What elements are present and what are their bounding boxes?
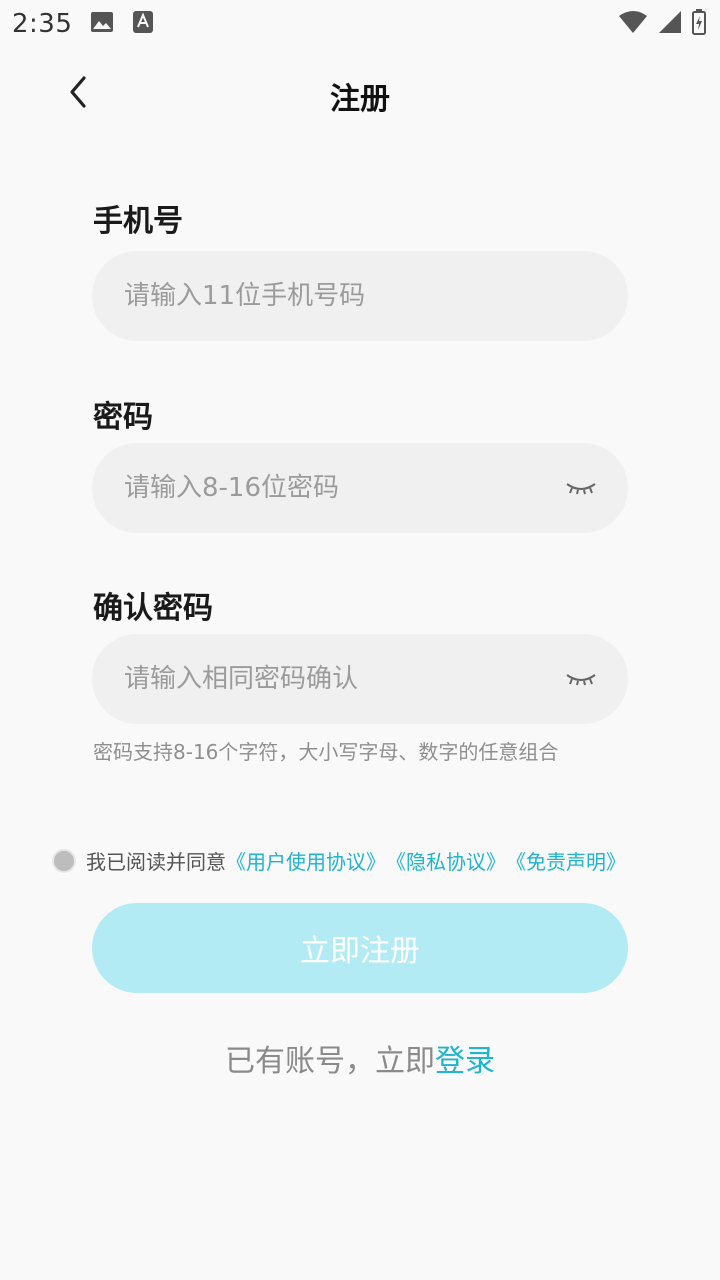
status-time: 2:35 bbox=[12, 9, 73, 39]
confirm-password-input[interactable] bbox=[122, 663, 564, 695]
page-title: 注册 bbox=[330, 82, 390, 117]
image-icon bbox=[90, 11, 114, 37]
user-agreement-link[interactable]: 《用户使用协议》 bbox=[226, 846, 386, 875]
password-input[interactable] bbox=[122, 472, 564, 504]
status-bar-left: 2:35 bbox=[12, 9, 154, 39]
confirm-password-field[interactable] bbox=[92, 634, 628, 724]
eye-closed-icon[interactable] bbox=[564, 478, 598, 498]
accessibility-font-icon bbox=[132, 10, 154, 38]
agreement-prefix: 我已阅读并同意 bbox=[86, 850, 226, 874]
login-prompt: 已有账号，立即登录 bbox=[0, 1036, 720, 1080]
signal-icon bbox=[658, 10, 682, 38]
confirm-password-label: 确认密码 bbox=[93, 591, 213, 626]
phone-field[interactable] bbox=[92, 251, 628, 341]
disclaimer-link[interactable]: 《免责声明》 bbox=[506, 846, 626, 875]
wifi-icon bbox=[618, 10, 648, 38]
privacy-agreement-link[interactable]: 《隐私协议》 bbox=[386, 846, 506, 875]
password-hint: 密码支持8-16个字符，大小写字母、数字的任意组合 bbox=[93, 740, 559, 764]
login-prompt-text: 已有账号，立即 bbox=[225, 1044, 435, 1079]
agreement-checkbox[interactable] bbox=[52, 848, 76, 873]
header: 注册 bbox=[0, 56, 720, 136]
password-field[interactable] bbox=[92, 443, 628, 533]
status-bar: 2:35 bbox=[0, 0, 720, 48]
password-label: 密码 bbox=[93, 400, 153, 435]
battery-charging-icon bbox=[692, 9, 706, 39]
register-button[interactable]: 立即注册 bbox=[92, 903, 628, 993]
phone-input[interactable] bbox=[122, 280, 598, 312]
login-link[interactable]: 登录 bbox=[435, 1044, 495, 1079]
phone-label: 手机号 bbox=[93, 204, 183, 239]
eye-closed-icon[interactable] bbox=[564, 669, 598, 689]
agreement-row: 我已阅读并同意 《用户使用协议》 《隐私协议》 《免责声明》 bbox=[52, 846, 626, 875]
status-bar-right bbox=[618, 9, 706, 39]
